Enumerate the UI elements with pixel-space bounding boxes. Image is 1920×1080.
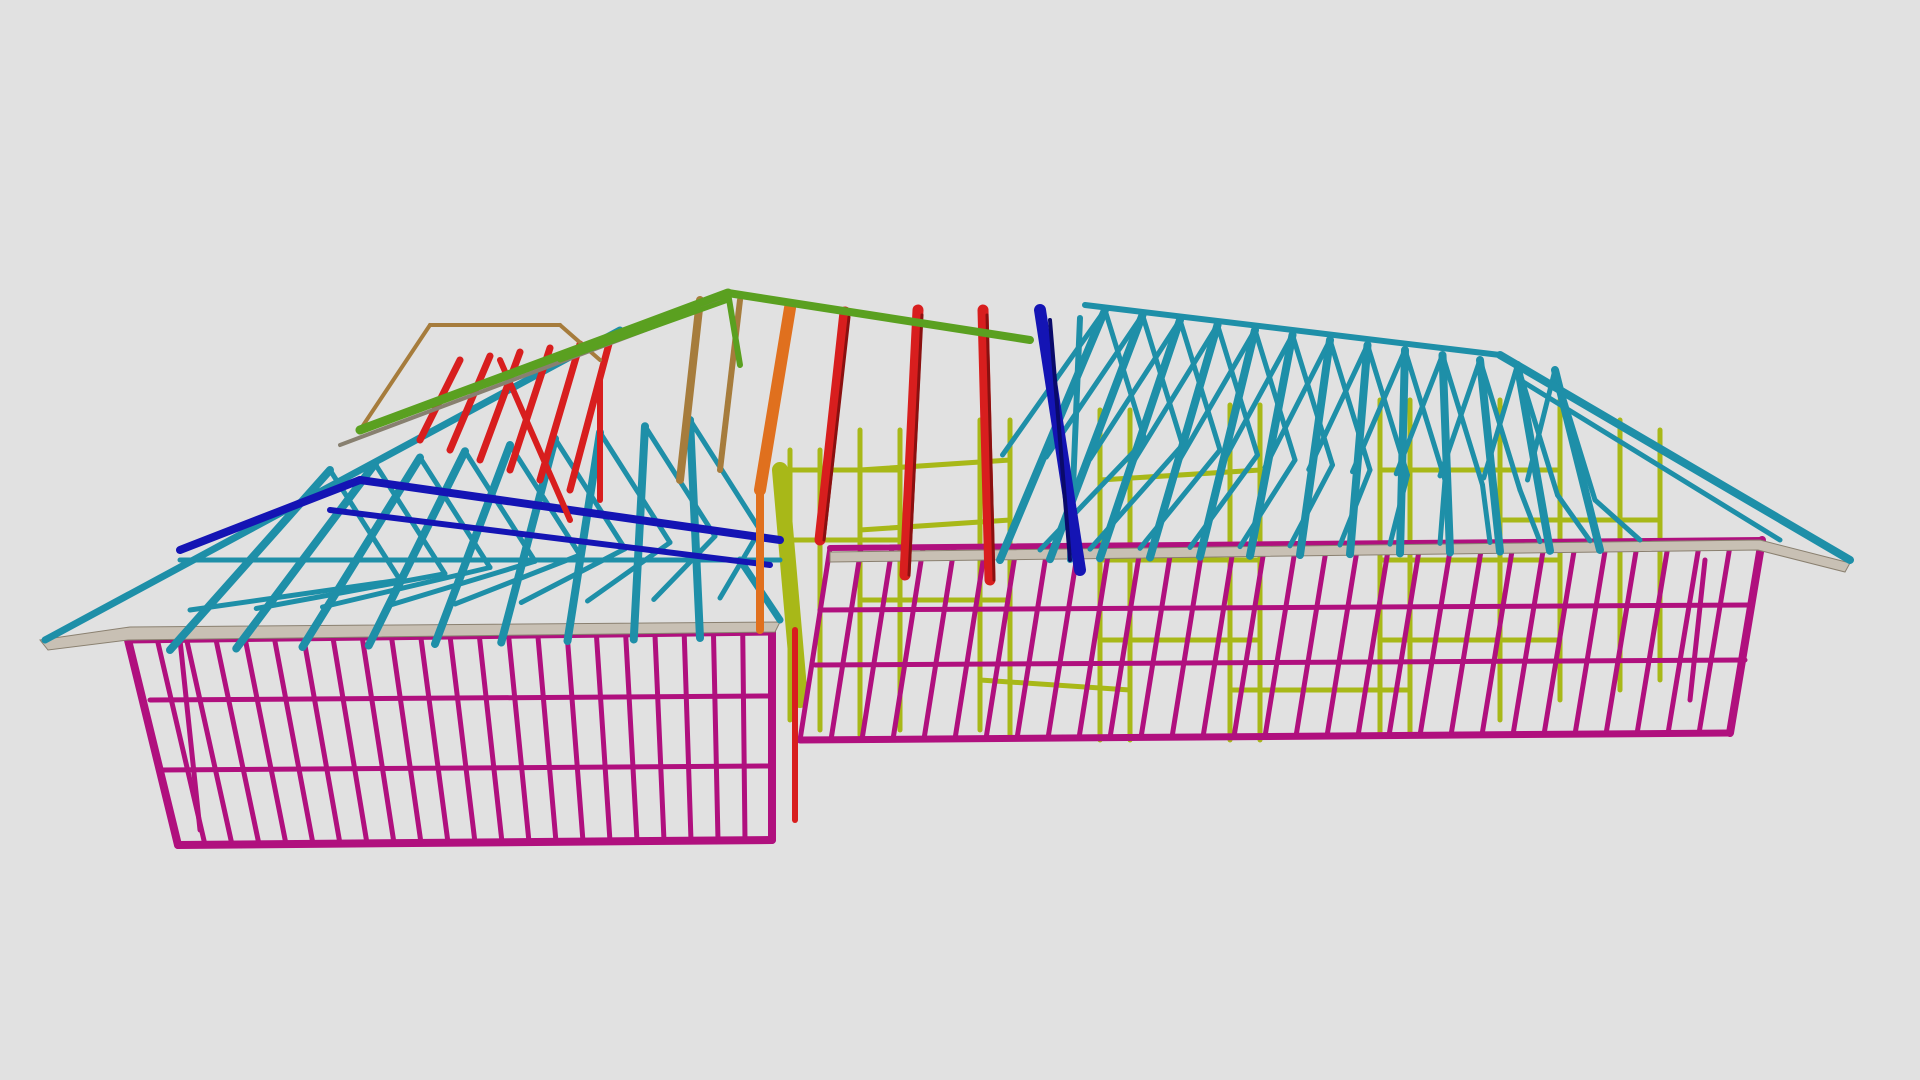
left-wing-wall-frame	[124, 627, 798, 849]
3d-viewport[interactable]	[0, 0, 1920, 1080]
hip-girder-trusses	[176, 304, 1086, 576]
house-frame-model	[39, 288, 1854, 849]
